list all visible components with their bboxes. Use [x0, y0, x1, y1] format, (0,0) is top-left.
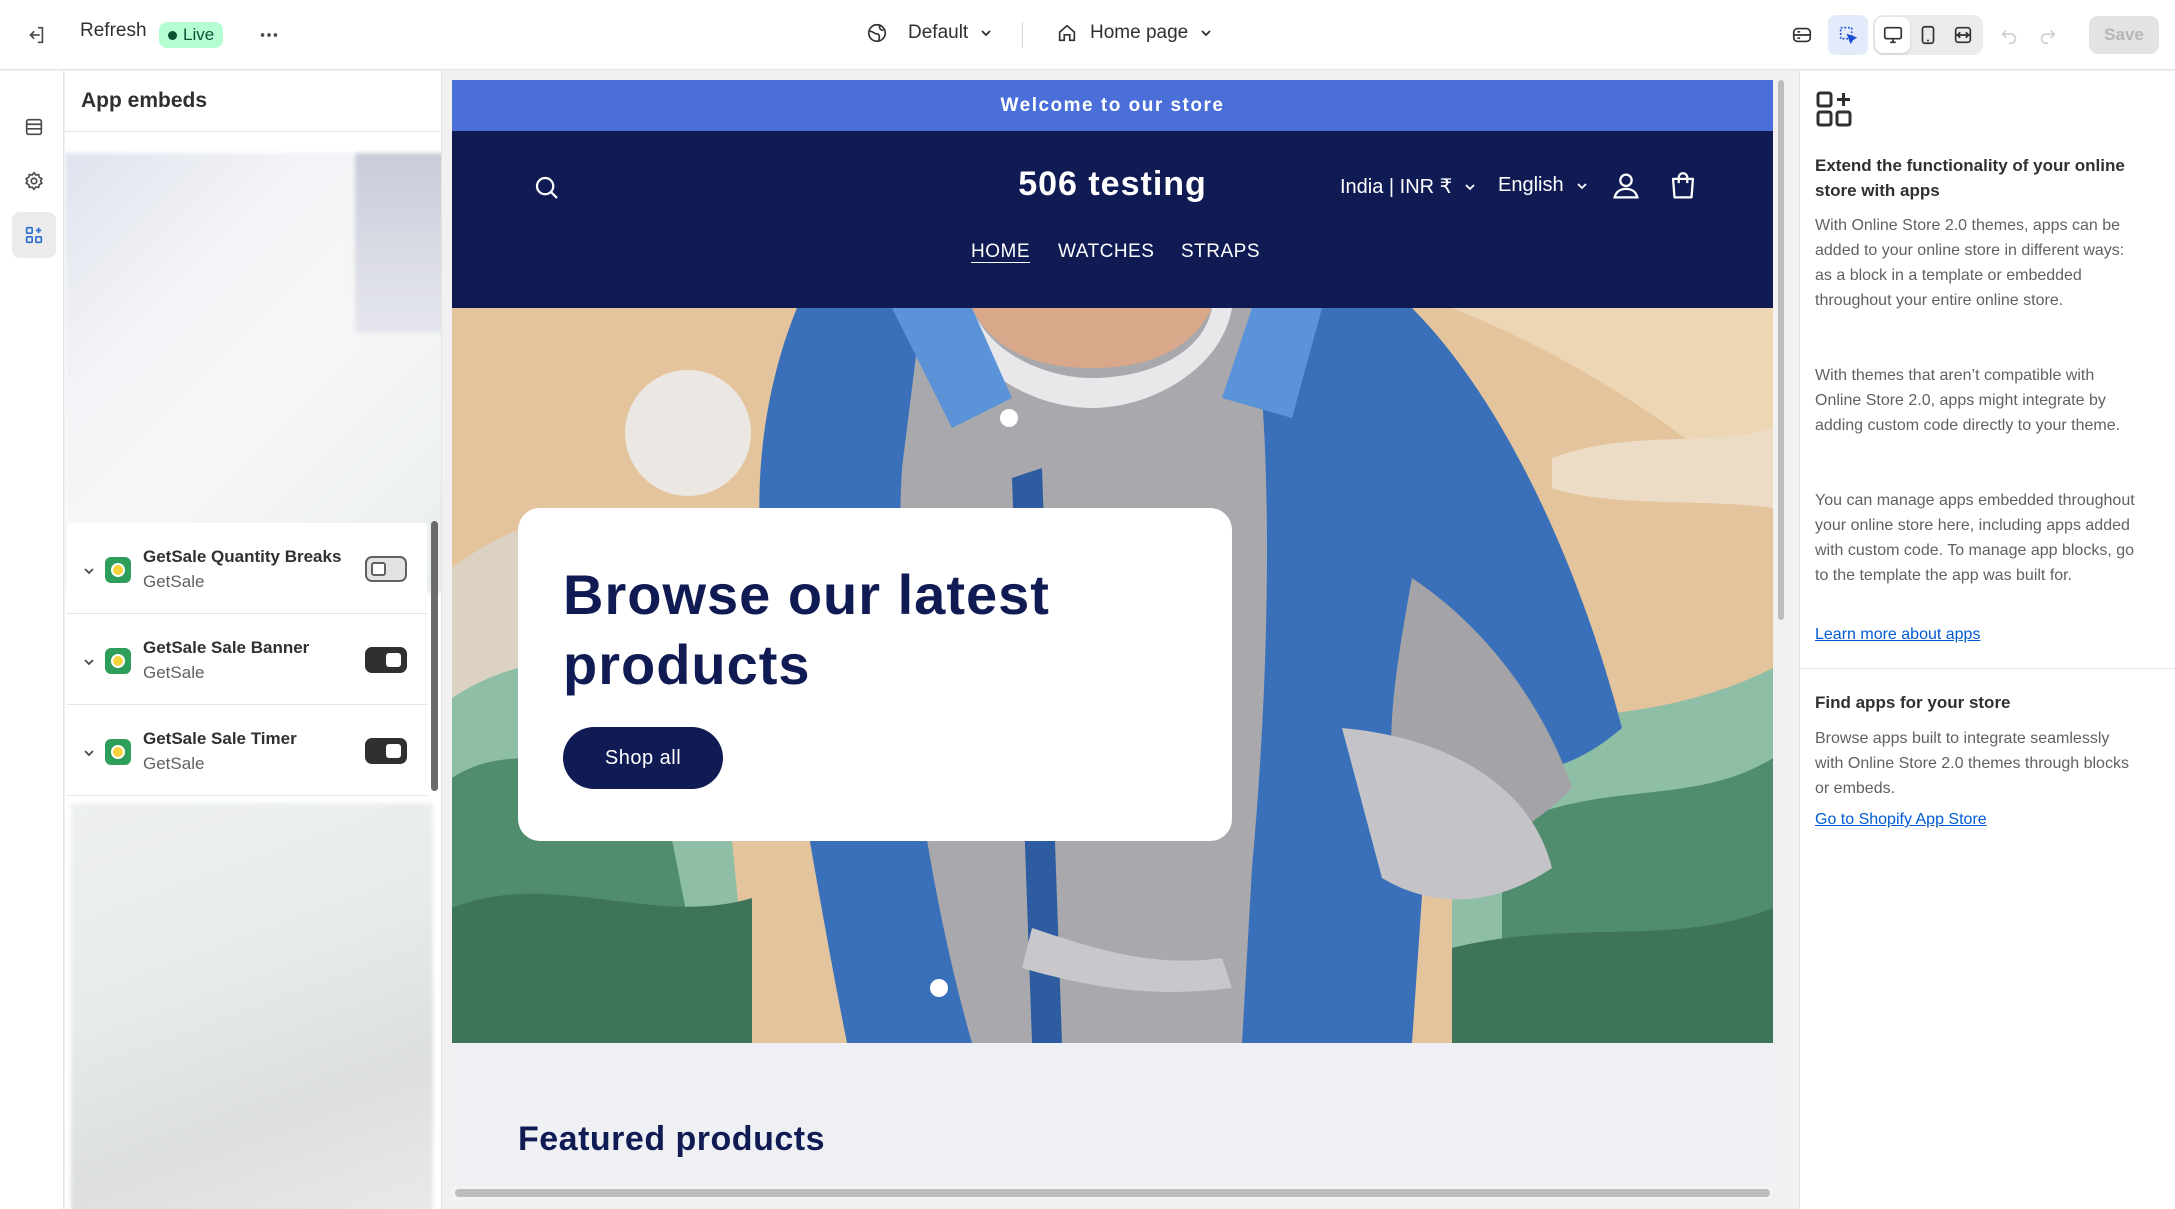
- topbar-divider: [1022, 22, 1023, 48]
- nav-link-watches[interactable]: WATCHES: [1058, 241, 1154, 263]
- app-embeds-tab-button[interactable]: [12, 212, 56, 258]
- globe-icon: [867, 23, 887, 43]
- blurred-region: [71, 803, 433, 1209]
- theme-settings-tab-button[interactable]: [12, 158, 56, 204]
- extend-paragraph-1: With Online Store 2.0 themes, apps can b…: [1815, 217, 2125, 309]
- inspector-icon: [1839, 26, 1858, 45]
- editor-sidebar-rail: [0, 71, 64, 1209]
- exit-icon: [29, 26, 44, 44]
- preview-vertical-scrollbar[interactable]: [1776, 80, 1786, 620]
- hero-content-card: Browse our latest products Shop all: [518, 508, 1232, 841]
- mobile-icon: [1921, 25, 1935, 45]
- page-label: Home page: [1090, 22, 1189, 43]
- page-selector[interactable]: Home page: [1056, 22, 1214, 44]
- app-embed-name: GetSale Sale Timer: [143, 729, 297, 748]
- app-embed-toggle[interactable]: [365, 556, 407, 582]
- viewport-switcher: [1873, 15, 1983, 55]
- extend-heading: Extend the functionality of your online …: [1815, 156, 2125, 200]
- app-embed-row[interactable]: GetSale Sale Banner GetSale: [67, 614, 427, 705]
- app-embed-name: GetSale Quantity Breaks: [143, 547, 342, 566]
- database-icon: [1792, 27, 1812, 43]
- panel-scrollbar[interactable]: [431, 521, 438, 791]
- theme-selector[interactable]: Default: [866, 22, 994, 44]
- fullwidth-view-button[interactable]: [1946, 17, 1981, 53]
- extend-paragraph-3: You can manage apps embedded throughout …: [1815, 492, 2135, 584]
- more-actions-button[interactable]: [249, 15, 289, 55]
- announcement-bar: Welcome to our store: [452, 80, 1773, 131]
- undo-button[interactable]: [1989, 15, 2029, 55]
- app-store-link[interactable]: Go to Shopify App Store: [1815, 811, 1987, 829]
- app-info-panel: Extend the functionality of your online …: [1799, 71, 2175, 1209]
- sections-icon: [25, 118, 43, 136]
- settings-gear-icon: [25, 171, 43, 191]
- find-apps-paragraph: Browse apps built to integrate seamlessl…: [1815, 730, 2129, 797]
- app-embed-vendor: GetSale: [143, 663, 205, 682]
- redo-icon: [2040, 29, 2056, 45]
- sections-tab-button[interactable]: [12, 104, 56, 150]
- desktop-icon: [1883, 26, 1902, 44]
- exit-button[interactable]: [16, 15, 56, 55]
- country-selector[interactable]: India | INR ₹: [1340, 174, 1478, 199]
- inspector-button[interactable]: [1828, 15, 1868, 55]
- chevron-down-icon[interactable]: [81, 654, 97, 670]
- app-embed-vendor: GetSale: [143, 754, 205, 773]
- chevron-down-icon: [981, 30, 991, 37]
- home-icon: [1058, 24, 1076, 42]
- app-embed-row[interactable]: GetSale Quantity Breaks GetSale: [67, 523, 427, 614]
- redo-button[interactable]: [2028, 15, 2068, 55]
- app-embeds-panel: App embeds GetSale Quantity Breaks GetSa…: [65, 71, 442, 1209]
- info-divider: [1800, 668, 2175, 669]
- fullwidth-icon: [1955, 26, 1972, 44]
- save-button[interactable]: Save: [2089, 16, 2159, 54]
- theme-label: Default: [908, 22, 969, 43]
- app-embed-toggle[interactable]: [365, 738, 407, 764]
- app-embed-toggle[interactable]: [365, 647, 407, 673]
- chevron-down-icon[interactable]: [81, 745, 97, 761]
- store-data-button[interactable]: [1782, 15, 1822, 55]
- app-embed-row[interactable]: GetSale Sale Timer GetSale: [67, 705, 427, 796]
- extend-paragraph-2: With themes that aren’t compatible with …: [1815, 367, 2121, 434]
- getsale-app-icon: [105, 557, 131, 583]
- nav-link-straps[interactable]: STRAPS: [1181, 241, 1260, 263]
- store-header: 506 testing India | INR ₹ English HOME W…: [452, 131, 1773, 308]
- shop-all-button[interactable]: Shop all: [563, 727, 723, 789]
- nav-link-home[interactable]: HOME: [971, 241, 1030, 263]
- chevron-down-icon: [1576, 182, 1587, 189]
- language-selector[interactable]: English: [1498, 174, 1590, 197]
- app-embed-vendor: GetSale: [143, 572, 205, 591]
- live-label: Live: [183, 25, 215, 44]
- hero-heading: Browse our latest products: [563, 563, 1050, 696]
- mobile-view-button[interactable]: [1910, 17, 1945, 53]
- refresh-button[interactable]: Refresh: [80, 20, 147, 42]
- cart-icon[interactable]: [1666, 169, 1700, 203]
- account-icon[interactable]: [1609, 169, 1643, 203]
- storefront-preview: Welcome to our store 506 testing India |…: [452, 80, 1773, 1200]
- getsale-app-icon: [105, 648, 131, 674]
- chevron-down-icon[interactable]: [81, 563, 97, 579]
- language-label: English: [1498, 174, 1564, 196]
- panel-divider: [65, 131, 441, 132]
- panel-title: App embeds: [81, 89, 208, 112]
- editor-topbar: Refresh Live Default Home page Save: [0, 0, 2175, 70]
- learn-more-link[interactable]: Learn more about apps: [1815, 626, 1980, 644]
- featured-products-section: Featured products: [452, 1043, 1773, 1200]
- getsale-app-icon: [105, 739, 131, 765]
- chevron-down-icon: [1201, 30, 1211, 37]
- chevron-down-icon: [1465, 183, 1476, 190]
- undo-icon: [2001, 29, 2017, 45]
- more-icon: [260, 33, 278, 37]
- live-dot-icon: [168, 30, 177, 40]
- app-embed-name: GetSale Sale Banner: [143, 638, 310, 657]
- apps-icon: [1816, 91, 1852, 127]
- featured-products-heading: Featured products: [518, 1120, 825, 1158]
- apps-icon: [25, 226, 43, 244]
- hero-banner: Browse our latest products Shop all: [452, 308, 1773, 1043]
- live-status-badge: Live: [159, 22, 224, 48]
- desktop-view-button[interactable]: [1875, 17, 1911, 53]
- preview-horizontal-scrollbar[interactable]: [452, 1186, 1773, 1200]
- country-label: India | INR ₹: [1340, 176, 1453, 198]
- find-apps-heading: Find apps for your store: [1815, 693, 2011, 712]
